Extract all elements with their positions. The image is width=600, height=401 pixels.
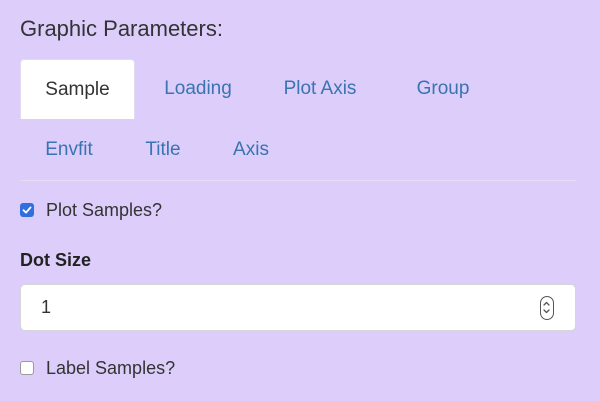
graphic-parameters-panel: Graphic Parameters: Sample Loading Plot … <box>0 0 600 401</box>
tab-sample[interactable]: Sample <box>20 59 135 119</box>
tab-label: Plot Axis <box>283 78 357 99</box>
label-samples-checkbox[interactable] <box>20 361 34 375</box>
tab-loading[interactable]: Loading <box>148 59 248 119</box>
tab-title[interactable]: Title <box>130 120 196 180</box>
tab-label: Title <box>145 139 181 160</box>
label-samples-option[interactable]: Label Samples? <box>20 357 175 379</box>
tab-axis[interactable]: Axis <box>216 120 286 180</box>
dot-size-value: 1 <box>41 297 52 317</box>
tab-envfit[interactable]: Envfit <box>26 120 112 180</box>
tab-label: Envfit <box>45 139 93 160</box>
tab-label: Group <box>416 78 470 99</box>
plot-samples-checkbox[interactable] <box>20 203 34 217</box>
dot-size-label: Dot Size <box>20 250 92 270</box>
label-samples-label: Label Samples? <box>46 357 176 378</box>
tab-group[interactable]: Group <box>400 59 486 119</box>
section-title: Graphic Parameters: <box>20 16 223 41</box>
plot-samples-option[interactable]: Plot Samples? <box>20 199 162 221</box>
tab-bar: Sample Loading Plot Axis Group Envfit Ti… <box>20 59 576 181</box>
checkmark-icon <box>22 206 32 214</box>
plot-samples-label: Plot Samples? <box>46 199 163 220</box>
number-stepper-icon[interactable] <box>540 296 554 320</box>
tab-plot-axis[interactable]: Plot Axis <box>270 59 370 119</box>
tab-label: Axis <box>233 139 269 160</box>
tab-label: Loading <box>164 78 232 99</box>
tab-label: Sample <box>45 79 110 100</box>
dot-size-input[interactable]: 1 <box>20 284 576 331</box>
